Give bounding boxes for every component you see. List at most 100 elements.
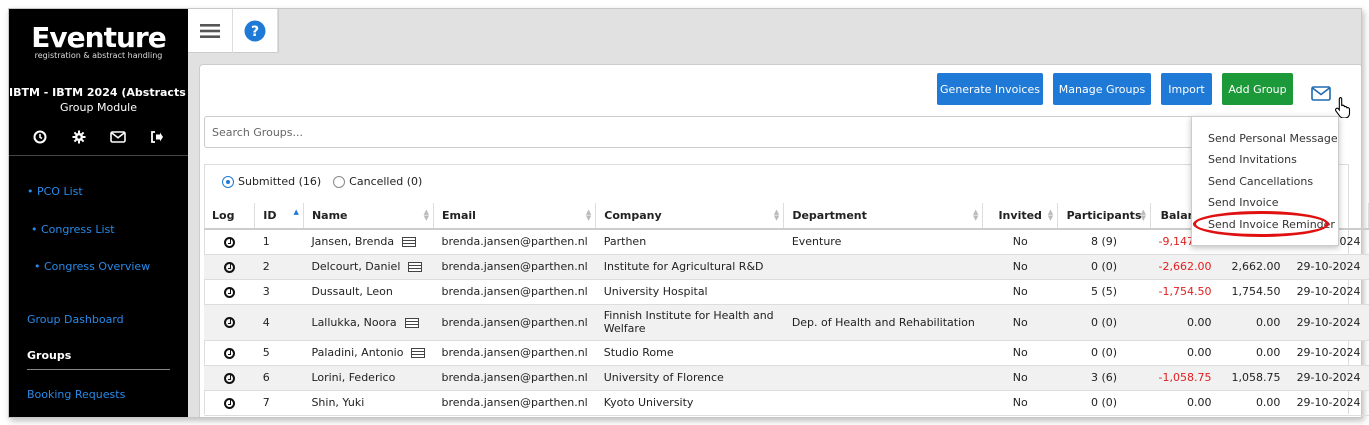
cell-id-text: 2	[262, 260, 270, 273]
col-log[interactable]: Log	[204, 203, 256, 230]
nav-active-underline	[27, 369, 170, 370]
cancelled-label[interactable]: Cancelled (0)	[349, 175, 422, 188]
import-button[interactable]: Import	[1161, 73, 1212, 105]
nav-pco-list[interactable]: • PCO List	[27, 185, 83, 198]
col-participants[interactable]: Participants ▲ ▼	[1057, 203, 1152, 230]
cell-balance: -2,662.00	[1150, 254, 1220, 280]
cell-invited-text: No	[1012, 260, 1028, 273]
table-row[interactable]: 6 Lorini, Federico brenda.jansen@parthen.n…	[204, 365, 1369, 391]
cancelled-radio[interactable]	[333, 175, 346, 188]
cell-department	[783, 279, 983, 305]
cell-company-text: Studio Rome	[603, 346, 674, 359]
module-name: Group Module	[60, 101, 137, 114]
col-name[interactable]: Name ▲ ▼	[303, 203, 434, 230]
cell-name: Paladini, Antonio	[303, 340, 434, 366]
cell-amount-text: 1,754.50	[1231, 285, 1281, 298]
top-toolbar: ?	[188, 9, 279, 53]
col-email-label: Email	[441, 209, 476, 222]
col-department[interactable]: Department ▲ ▼	[783, 203, 984, 230]
cell-department	[783, 340, 983, 366]
cell-name: Dussault, Leon	[303, 279, 434, 305]
cell-email-text: brenda.jansen@parthen.nl	[441, 315, 588, 329]
log-clock-icon[interactable]	[223, 236, 235, 248]
nav-group-dashboard[interactable]: Group Dashboard	[27, 313, 124, 326]
col-id[interactable]: ID ▲	[254, 203, 304, 230]
logo[interactable]: Eventure registration & abstract handlin…	[9, 23, 188, 61]
cell-email-text: brenda.jansen@parthen.nl	[441, 285, 588, 298]
log-clock-icon[interactable]	[223, 317, 235, 328]
cell-department	[783, 390, 983, 416]
notes-icon[interactable]	[408, 262, 423, 272]
menu-send-personal-message[interactable]: Send Personal Message	[1208, 132, 1338, 145]
log-clock-icon[interactable]	[223, 372, 235, 384]
log-clock-icon[interactable]	[223, 286, 235, 298]
cell-date-text: 29-10-2024	[1296, 346, 1361, 359]
submitted-radio[interactable]	[222, 175, 234, 188]
add-group-button[interactable]: Add Group	[1222, 73, 1293, 105]
cell-amount: 1,058.75	[1219, 365, 1289, 391]
logout-icon[interactable]	[147, 127, 167, 147]
table-row[interactable]: 3 Dussault, Leon brenda.jansen@parthen.nl U…	[204, 279, 1369, 305]
cell-participants-text: 0 (0)	[1091, 396, 1118, 409]
cell-participants: 0 (0)	[1057, 254, 1151, 280]
cell-email-text: brenda.jansen@parthen.nl	[441, 346, 588, 359]
table-row[interactable]: 7 Shin, Yuki brenda.jansen@parthen.nl Kyoto…	[204, 390, 1369, 416]
col-invited[interactable]: Invited ▲ ▼	[982, 203, 1059, 230]
log-clock-icon[interactable]	[223, 261, 235, 273]
col-email[interactable]: Email ▲ ▼	[433, 203, 597, 230]
cell-date: 29-10-2024	[1288, 390, 1369, 416]
cell-invited-text: No	[1012, 315, 1028, 329]
gear-icon[interactable]	[69, 127, 89, 147]
cell-email: brenda.jansen@parthen.nl	[433, 365, 596, 391]
help-button[interactable]: ?	[233, 9, 278, 53]
log-clock-icon[interactable]	[223, 347, 235, 359]
nav-groups[interactable]: Groups	[27, 349, 71, 362]
cell-email: brenda.jansen@parthen.nl	[433, 304, 596, 341]
notes-icon[interactable]	[411, 348, 426, 358]
cell-email: brenda.jansen@parthen.nl	[433, 279, 596, 305]
table-row[interactable]: 2 Delcourt, Daniel brenda.jansen@parthen.n…	[204, 254, 1369, 280]
clock-icon[interactable]	[30, 127, 50, 147]
cell-balance-text: 0.00	[1187, 315, 1212, 329]
email-menu-button[interactable]	[1311, 86, 1331, 105]
notes-icon[interactable]	[402, 237, 417, 248]
col-name-label: Name	[311, 209, 348, 222]
col-company[interactable]: Company ▲ ▼	[595, 203, 785, 230]
cell-balance: -1,058.75	[1150, 365, 1220, 391]
cell-balance-text: -1,754.50	[1158, 285, 1212, 298]
cell-name-text: Lallukka, Noora	[311, 315, 397, 329]
table-row[interactable]: 5 Paladini, Antonio brenda.jansen@parthen.…	[204, 340, 1369, 366]
cell-department	[783, 365, 983, 391]
cell-invited: No	[982, 390, 1058, 416]
nav-booking-requests[interactable]: Booking Requests	[27, 388, 125, 401]
submitted-label[interactable]: Submitted (16)	[238, 175, 321, 188]
table-row[interactable]: 4 Lallukka, Noora brenda.jansen@parthen.nl…	[204, 304, 1369, 341]
notes-icon[interactable]	[404, 317, 419, 328]
sort-icon: ▲▼	[1140, 208, 1147, 222]
nav-congress-list[interactable]: • Congress List	[31, 223, 115, 236]
log-clock-icon[interactable]	[223, 397, 235, 409]
menu-send-cancellations[interactable]: Send Cancellations	[1208, 175, 1313, 188]
cell-department-text: Eventure	[791, 235, 842, 249]
cell-email-text: brenda.jansen@parthen.nl	[441, 235, 588, 249]
cell-id-text: 5	[262, 346, 270, 359]
search-groups-input[interactable]	[204, 116, 1204, 148]
generate-invoices-button[interactable]: Generate Invoices	[937, 73, 1043, 105]
cell-invited-text: No	[1012, 396, 1028, 409]
cell-log	[204, 365, 255, 391]
cell-amount-text: 1,058.75	[1231, 371, 1281, 384]
col-invited-label: Invited	[998, 209, 1042, 222]
cell-id: 5	[254, 340, 304, 366]
cell-department-text: Dep. of Health and Rehabilitation	[791, 315, 975, 329]
hamburger-menu-button[interactable]	[188, 9, 233, 53]
cell-balance-text: 0.00	[1187, 346, 1212, 359]
cell-invited-text: No	[1012, 371, 1028, 384]
cell-balance-text: 0.00	[1187, 396, 1212, 409]
nav-congress-overview[interactable]: • Congress Overview	[34, 260, 150, 273]
envelope-icon[interactable]	[108, 127, 128, 147]
cell-log	[204, 279, 255, 305]
cell-participants: 5 (5)	[1057, 279, 1151, 305]
menu-send-invoice[interactable]: Send Invoice	[1208, 196, 1279, 209]
manage-groups-button[interactable]: Manage Groups	[1053, 73, 1151, 105]
menu-send-invitations[interactable]: Send Invitations	[1208, 153, 1297, 166]
